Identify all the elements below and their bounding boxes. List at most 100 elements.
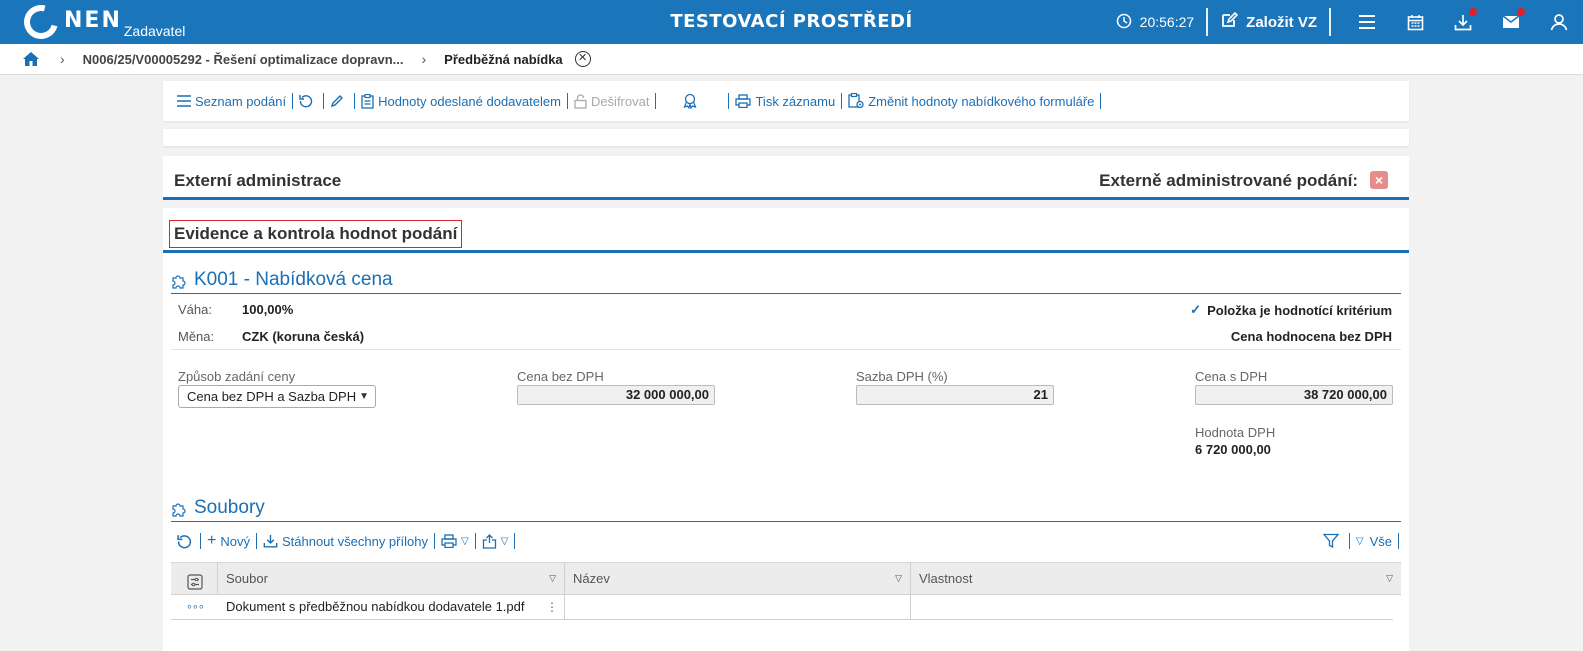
clock-icon bbox=[1116, 13, 1132, 32]
edit-button[interactable] bbox=[324, 94, 354, 108]
notification-dot bbox=[1517, 8, 1525, 16]
chevron-right-icon: › bbox=[421, 51, 427, 67]
hamburger-icon bbox=[1359, 15, 1375, 29]
header-divider bbox=[1206, 8, 1209, 36]
print-record-label: Tisk záznamu bbox=[755, 93, 836, 109]
download-all-button[interactable]: Stáhnout všechny přílohy bbox=[257, 534, 434, 549]
download-icon bbox=[1454, 14, 1472, 30]
column-header-soubor[interactable]: Soubor ▽ bbox=[218, 563, 565, 594]
divider bbox=[171, 349, 1401, 350]
plus-icon: + bbox=[207, 532, 217, 549]
top-bar: NEN Zadavatel TESTOVACÍ PROSTŘEDÍ 20:56:… bbox=[0, 0, 1583, 46]
refresh-button[interactable] bbox=[293, 94, 323, 108]
download-all-label: Stáhnout všechny přílohy bbox=[281, 533, 428, 549]
filter-icon bbox=[1322, 533, 1339, 549]
weight-row: Váha: bbox=[178, 302, 212, 317]
user-icon bbox=[1550, 14, 1568, 31]
logo-ring-icon bbox=[17, 0, 65, 46]
refresh-icon bbox=[299, 94, 313, 108]
sent-values-button[interactable]: Hodnoty odeslané dodavatelem bbox=[355, 93, 567, 109]
vat-rate-label: Sazba DPH (%) bbox=[856, 369, 948, 384]
price-mode-select[interactable]: Cena bez DPH a Sazba DPH ▼ bbox=[178, 385, 376, 408]
change-form-values-label: Změnit hodnoty nabídkového formuláře bbox=[868, 93, 1095, 109]
decrypt-label: Dešifrovat bbox=[590, 93, 650, 109]
caret-down-icon: ▽ bbox=[895, 573, 902, 583]
price-ex-vat-label: Cena bez DPH bbox=[517, 369, 604, 384]
files-filter-bar: ▽ Vše bbox=[1317, 533, 1399, 549]
decrypt-button[interactable]: Dešifrovat bbox=[568, 94, 656, 109]
close-tab-icon[interactable]: ✕ bbox=[574, 51, 591, 67]
unlock-icon bbox=[574, 93, 587, 109]
session-clock: 20:56:27 bbox=[1116, 13, 1195, 32]
notification-dot bbox=[1469, 8, 1477, 16]
criterion-title: K001 - Nabídková cena bbox=[194, 269, 393, 290]
price-mode-value: Cena bez DPH a Sazba DPH bbox=[187, 389, 357, 404]
vat-rate-field: 21 bbox=[856, 385, 1054, 405]
messages-button[interactable] bbox=[1487, 0, 1535, 44]
evidence-panel: Evidence a kontrola hodnot podání K001 -… bbox=[163, 208, 1409, 651]
filter-button[interactable] bbox=[1317, 533, 1349, 549]
column-settings-button[interactable] bbox=[171, 563, 218, 594]
view-all-label: Vše bbox=[1369, 533, 1392, 549]
home-icon[interactable] bbox=[22, 51, 40, 67]
currency-label: Měna: bbox=[178, 329, 215, 344]
file-name-link[interactable]: Dokument s předběžnou nabídkou dodavatel… bbox=[226, 599, 525, 614]
chevron-down-icon: ▼ bbox=[359, 391, 369, 402]
files-header: Soubory bbox=[171, 496, 1401, 522]
share-icon bbox=[482, 533, 497, 549]
column-header-vlastnost[interactable]: Vlastnost ▽ bbox=[911, 563, 1401, 594]
toolbar-separator bbox=[1398, 533, 1399, 549]
files-export-button[interactable]: ▽ bbox=[476, 533, 515, 549]
user-button[interactable] bbox=[1535, 0, 1583, 44]
pencil-icon bbox=[330, 94, 344, 108]
new-file-button[interactable]: + Nový bbox=[201, 532, 256, 549]
downloads-button[interactable] bbox=[1439, 0, 1487, 44]
files-table-header: Soubor ▽ Název ▽ Vlastnost ▽ bbox=[171, 562, 1401, 595]
print-record-button[interactable]: Tisk záznamu bbox=[729, 94, 841, 109]
price-inc-vat-field: 38 720 000,00 bbox=[1195, 385, 1393, 405]
files-refresh-button[interactable] bbox=[177, 534, 200, 549]
caret-down-icon: ▽ bbox=[500, 535, 509, 547]
logo-subtitle: Zadavatel bbox=[123, 23, 186, 39]
menu-button[interactable] bbox=[1343, 0, 1391, 44]
printer-icon bbox=[441, 534, 457, 548]
weight-label: Váha: bbox=[178, 302, 212, 317]
view-all-dropdown[interactable]: ▽ Vše bbox=[1350, 534, 1398, 549]
download-icon bbox=[263, 534, 278, 548]
breadcrumb-item-tender[interactable]: N006/25/V00005292 - Řešení optimalizace … bbox=[83, 52, 404, 67]
puzzle-icon bbox=[171, 272, 188, 289]
caret-down-icon: ▽ bbox=[549, 573, 556, 583]
column-label: Název bbox=[573, 571, 610, 586]
vat-amount-label: Hodnota DPH bbox=[1195, 425, 1276, 440]
external-admin-panel: Externí administrace Externě administrov… bbox=[163, 156, 1409, 200]
column-header-nazev[interactable]: Název ▽ bbox=[565, 563, 911, 594]
price-inc-vat-label: Cena s DPH bbox=[1195, 369, 1268, 384]
breadcrumb: › N006/25/V00005292 - Řešení optimalizac… bbox=[0, 44, 1583, 75]
caret-down-icon: ▽ bbox=[1355, 535, 1364, 547]
nen-logo[interactable]: NEN Zadavatel bbox=[17, 0, 186, 46]
breadcrumb-item-current: Předběžná nabídka bbox=[444, 51, 563, 67]
row-actions-icon[interactable]: ∘∘∘ bbox=[171, 595, 218, 619]
change-form-values-button[interactable]: Změnit hodnoty nabídkového formuláře bbox=[842, 93, 1100, 109]
table-row[interactable]: ∘∘∘ Dokument s předběžnou nabídkou dodav… bbox=[171, 595, 1393, 620]
clock-time: 20:56:27 bbox=[1139, 14, 1195, 30]
column-label: Soubor bbox=[226, 571, 268, 586]
external-admin-false-icon: × bbox=[1370, 171, 1388, 189]
cell-nazev bbox=[565, 595, 911, 619]
mail-icon bbox=[1502, 15, 1520, 28]
header-divider bbox=[1329, 8, 1331, 36]
files-title: Soubory bbox=[194, 497, 265, 518]
toolbar-separator bbox=[1100, 93, 1102, 109]
award-button[interactable] bbox=[656, 93, 728, 109]
files-print-button[interactable]: ▽ bbox=[435, 534, 475, 548]
calendar-button[interactable] bbox=[1391, 0, 1439, 44]
list-icon bbox=[177, 95, 191, 107]
new-file-label: Nový bbox=[220, 533, 250, 549]
empty-panel bbox=[163, 129, 1409, 146]
price-ex-vat-field: 32 000 000,00 bbox=[517, 385, 715, 405]
kebab-menu-icon[interactable]: ⋮ bbox=[546, 595, 558, 619]
cell-soubor[interactable]: Dokument s předběžnou nabídkou dodavatel… bbox=[218, 595, 565, 619]
submission-list-button[interactable]: Seznam podání bbox=[171, 94, 292, 109]
create-vz-button[interactable]: Založit VZ bbox=[1220, 11, 1317, 33]
criterion-header: K001 - Nabídková cena bbox=[171, 268, 1401, 294]
